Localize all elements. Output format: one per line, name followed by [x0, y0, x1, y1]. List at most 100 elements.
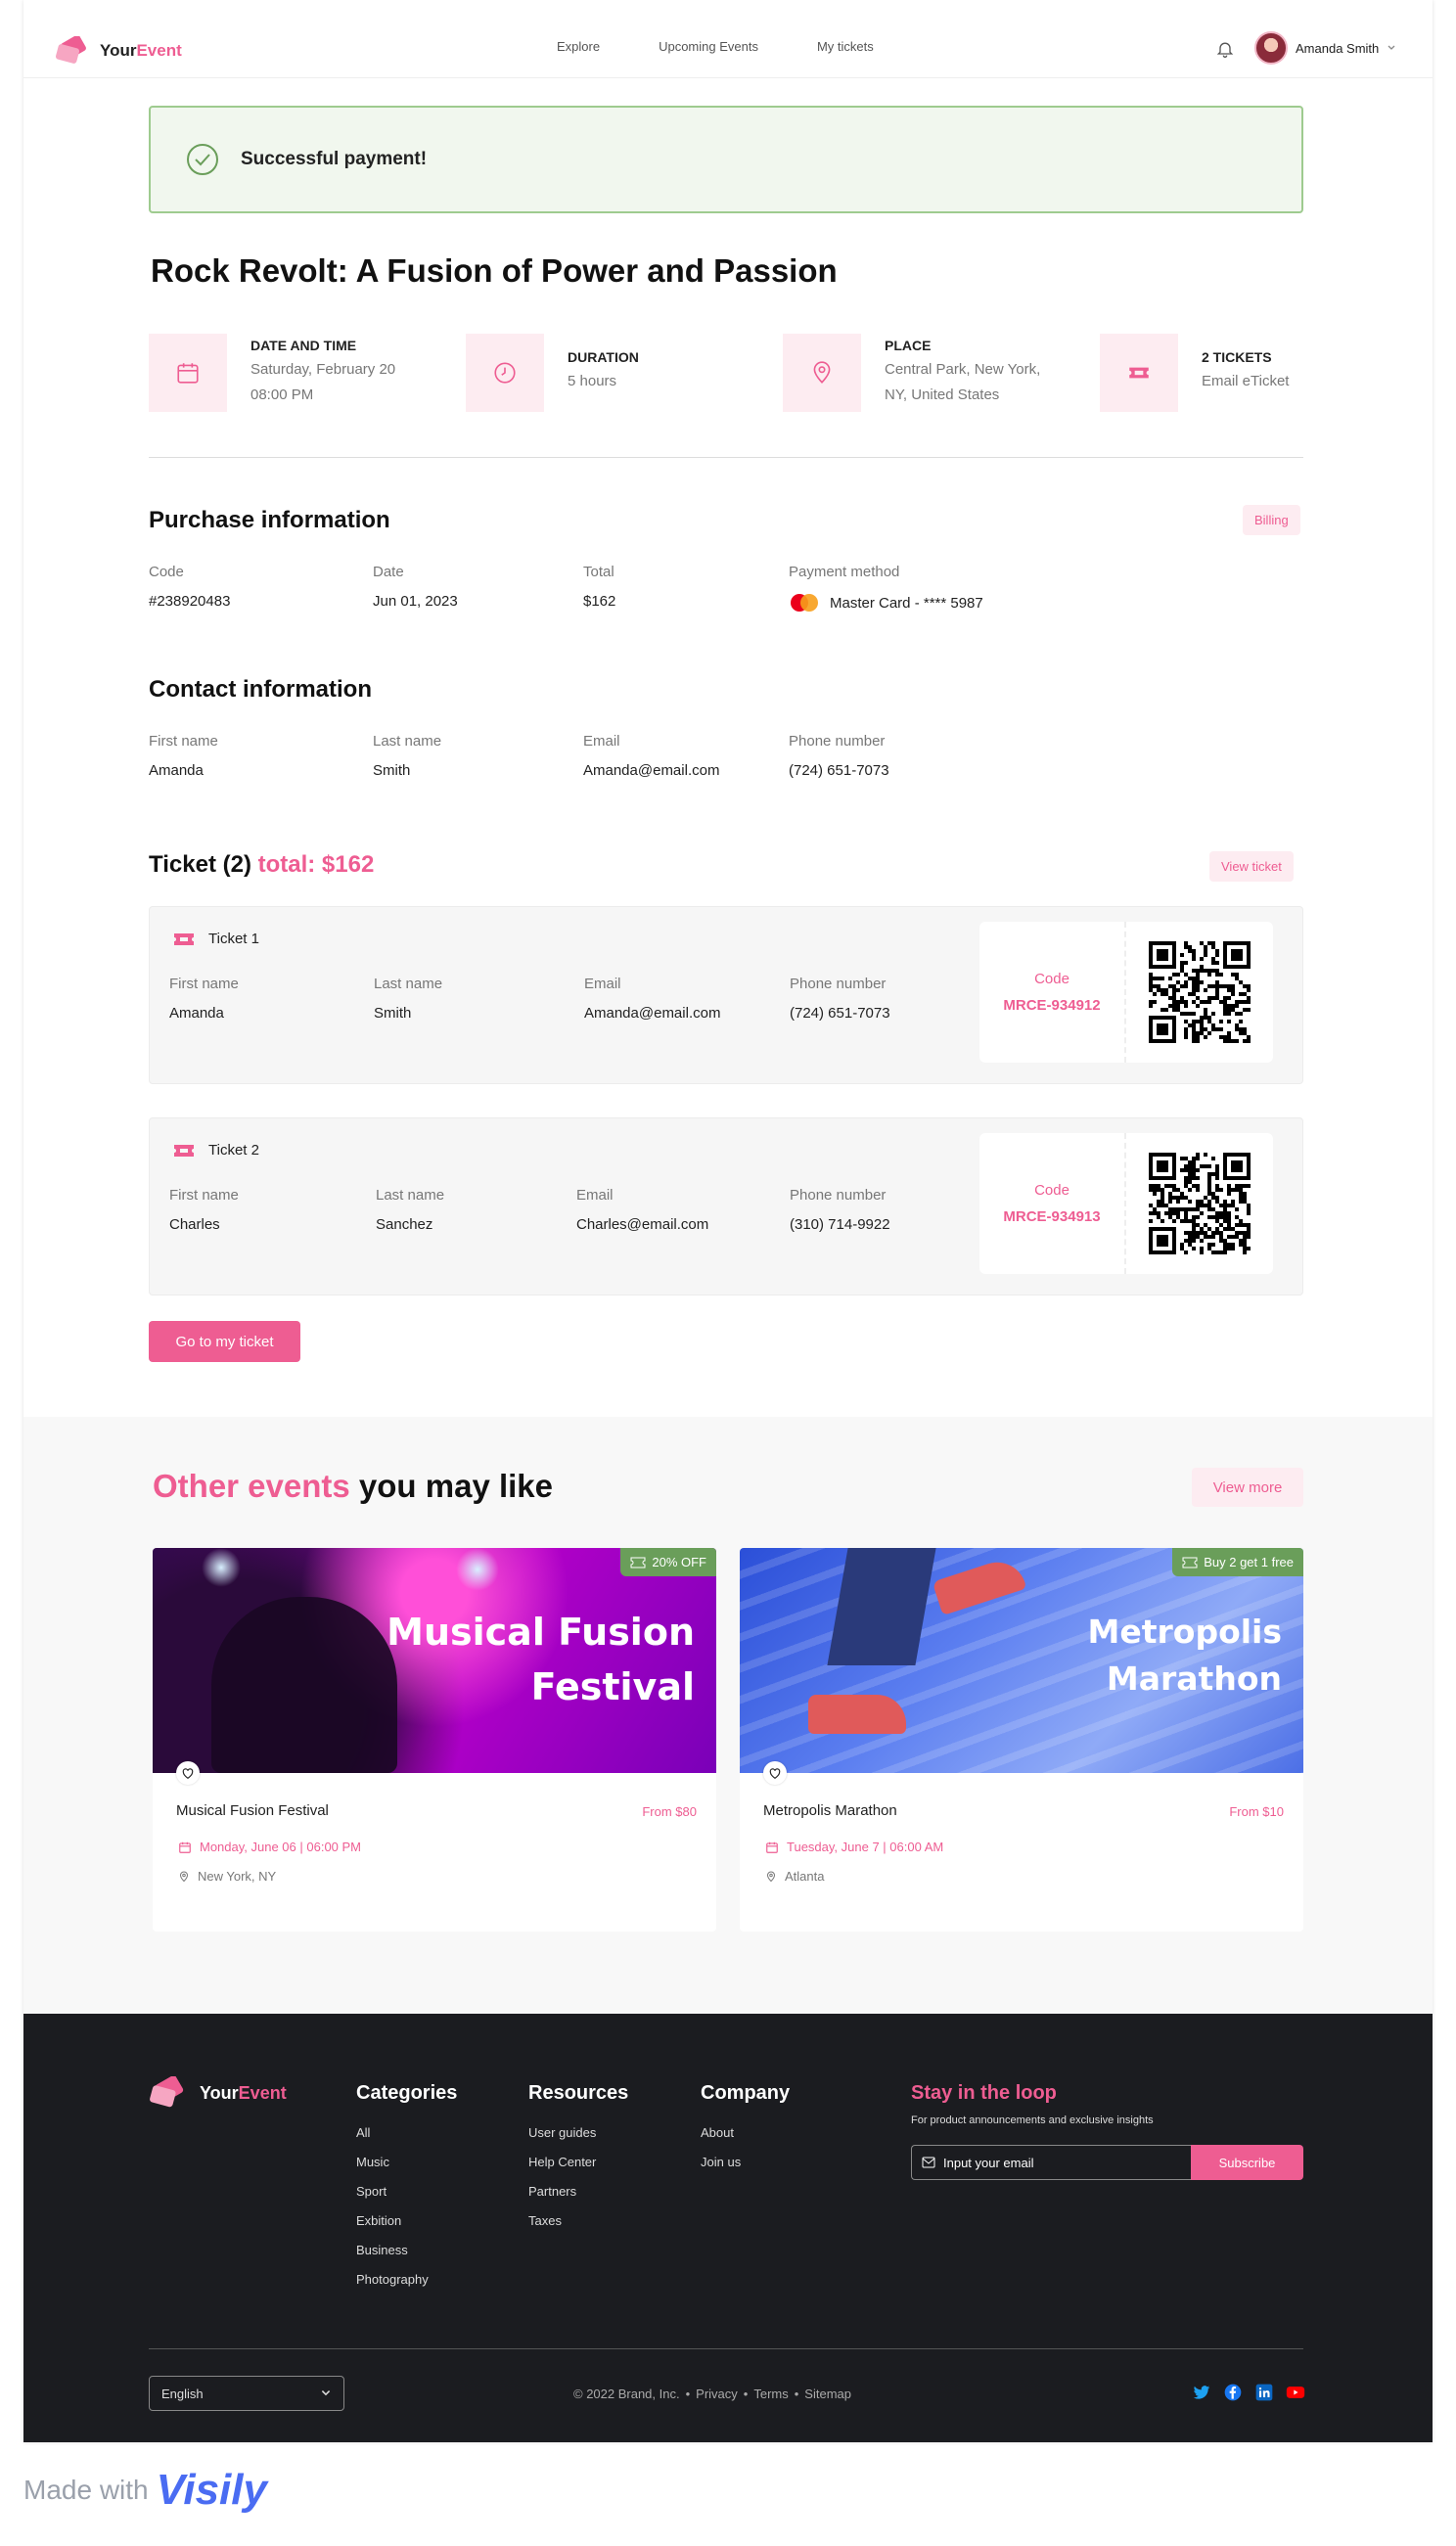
- youtube-icon[interactable]: [1286, 2383, 1305, 2402]
- event-card-2[interactable]: Metropolis Marathon Buy 2 get 1 free Metr…: [740, 1548, 1303, 1932]
- nav-my-tickets[interactable]: My tickets: [817, 39, 874, 54]
- facebook-icon[interactable]: [1223, 2383, 1243, 2402]
- twitter-icon[interactable]: [1192, 2383, 1211, 2402]
- footer-link[interactable]: User guides: [528, 2118, 628, 2148]
- date-value-2: 08:00 PM: [250, 386, 314, 403]
- footer-logo[interactable]: YourEvent: [149, 2076, 287, 2110]
- discount-badge: Buy 2 get 1 free: [1172, 1548, 1303, 1576]
- footer-link[interactable]: Sport: [356, 2177, 457, 2206]
- mail-icon: [922, 2157, 935, 2168]
- qr-code[interactable]: [1126, 922, 1273, 1063]
- email-input[interactable]: [943, 2155, 1168, 2170]
- purchase-grid: Code #238920483 Date Jun 01, 2023 Total …: [149, 564, 1029, 622]
- payment-text: Master Card - **** 5987: [830, 594, 983, 612]
- nav-explore[interactable]: Explore: [557, 39, 600, 54]
- footer-link[interactable]: Taxes: [528, 2206, 628, 2236]
- copyright-bar: © 2022 Brand, Inc. • Privacy • Terms • Site…: [573, 2387, 851, 2401]
- tickets-value: Email eTicket: [1202, 373, 1290, 389]
- bell-icon[interactable]: [1215, 39, 1235, 64]
- info-date: DATE AND TIME Saturday, February 20 08:00 …: [149, 334, 395, 412]
- language-value: English: [161, 2386, 204, 2401]
- duration-value: 5 hours: [568, 373, 617, 389]
- ticket-icon: [1182, 1557, 1198, 1568]
- email-field[interactable]: [911, 2145, 1191, 2180]
- subscribe-form: Subscribe: [911, 2145, 1303, 2180]
- made-with-text: Made with: [23, 2475, 149, 2505]
- date-value-1: Saturday, February 20: [250, 361, 396, 378]
- ticket-code: Code MRCE-934913: [979, 1133, 1126, 1274]
- last-name-value: Smith: [373, 762, 411, 779]
- billing-button[interactable]: Billing: [1243, 505, 1300, 535]
- date-text: Monday, June 06 | 06:00 PM: [200, 1840, 362, 1854]
- heart-icon[interactable]: [763, 1761, 787, 1785]
- event-name: Musical Fusion Festival: [176, 1802, 329, 1819]
- code-value: MRCE-934912: [1003, 997, 1101, 1014]
- terms-link[interactable]: Terms: [753, 2387, 788, 2401]
- duration-label: DURATION: [568, 349, 639, 365]
- language-select[interactable]: English: [149, 2376, 344, 2411]
- footer-company: Company About Join us: [701, 2082, 790, 2177]
- qr-code-icon: [1149, 941, 1251, 1043]
- linkedin-icon[interactable]: [1254, 2383, 1274, 2402]
- qr-code[interactable]: [1126, 1133, 1273, 1274]
- image-title-2: Festival: [530, 1665, 695, 1708]
- info-tickets: 2 TICKETS Email eTicket: [1100, 334, 1289, 412]
- footer-link[interactable]: Partners: [528, 2177, 628, 2206]
- logo[interactable]: YourEvent: [55, 31, 182, 70]
- other-events-title: Other events you may like: [153, 1468, 553, 1505]
- logo-text: YourEvent: [200, 2082, 287, 2103]
- other-events-section: Other events you may like View more Musi…: [23, 1417, 1433, 2014]
- ticket-grid: First name Charles Last name Sanchez Ema…: [169, 1187, 952, 1246]
- check-circle-icon: [187, 144, 218, 175]
- footer-link[interactable]: Business: [356, 2236, 457, 2265]
- view-more-button[interactable]: View more: [1192, 1468, 1303, 1507]
- categories-title: Categories: [356, 2082, 458, 2104]
- contact-grid: First name Amanda Last name Smith Email …: [149, 733, 1029, 792]
- footer-link[interactable]: About: [701, 2118, 790, 2148]
- go-to-ticket-button[interactable]: Go to my ticket: [149, 1321, 300, 1362]
- nav-upcoming-events[interactable]: Upcoming Events: [659, 39, 758, 54]
- footer-link[interactable]: Exbition: [356, 2206, 457, 2236]
- ticket-label: Ticket 1: [208, 931, 259, 947]
- calendar-icon: [149, 334, 227, 412]
- event-price: From $10: [1229, 1804, 1284, 1819]
- code-label: Code: [149, 564, 184, 580]
- calendar-icon: [766, 1841, 778, 1853]
- payment-value: Master Card - **** 5987: [789, 593, 983, 613]
- qr-code-icon: [1149, 1153, 1251, 1254]
- tickets-count: Ticket (2): [149, 851, 251, 878]
- user-menu[interactable]: Amanda Smith: [1254, 31, 1396, 65]
- email-label: Email: [583, 733, 620, 750]
- location-pin-icon: [179, 1871, 189, 1882]
- location-pin-icon: [766, 1871, 776, 1882]
- ticket-icon: [174, 1144, 194, 1157]
- sitemap-link[interactable]: Sitemap: [804, 2387, 851, 2401]
- divider: [149, 2348, 1303, 2349]
- code-value: #238920483: [149, 593, 231, 610]
- location-text: New York, NY: [198, 1869, 277, 1884]
- footer-link[interactable]: All: [356, 2118, 457, 2148]
- footer-resources: Resources User guides Help Center Partne…: [528, 2082, 628, 2236]
- subscribe-button[interactable]: Subscribe: [1191, 2145, 1303, 2180]
- event-image: Metropolis Marathon: [740, 1548, 1303, 1773]
- footer-link[interactable]: Join us: [701, 2148, 790, 2177]
- footer-link[interactable]: Music: [356, 2148, 457, 2177]
- footer-link[interactable]: Photography: [356, 2265, 457, 2295]
- footer-link[interactable]: Help Center: [528, 2148, 628, 2177]
- phone-label: Phone number: [789, 733, 886, 750]
- event-card-1[interactable]: Musical Fusion Festival 20% OFF Musical F…: [153, 1548, 716, 1932]
- ticket-card-2: Ticket 2 First name Charles Last name Sa…: [149, 1117, 1303, 1296]
- place-value-1: Central Park, New York,: [885, 361, 1041, 378]
- visily-logo: Visily: [156, 2466, 267, 2514]
- ticket-code: Code MRCE-934912: [979, 922, 1126, 1063]
- made-with-badge[interactable]: Made with Visily: [23, 2466, 267, 2515]
- view-ticket-button[interactable]: View ticket: [1209, 851, 1294, 882]
- privacy-link[interactable]: Privacy: [696, 2387, 738, 2401]
- calendar-icon: [179, 1841, 191, 1853]
- code-value: MRCE-934913: [1003, 1208, 1101, 1225]
- heart-icon[interactable]: [176, 1761, 200, 1785]
- event-price: From $80: [642, 1804, 697, 1819]
- badge-text: Buy 2 get 1 free: [1204, 1555, 1294, 1569]
- place-label: PLACE: [885, 338, 932, 353]
- email-label: Email: [576, 1187, 614, 1204]
